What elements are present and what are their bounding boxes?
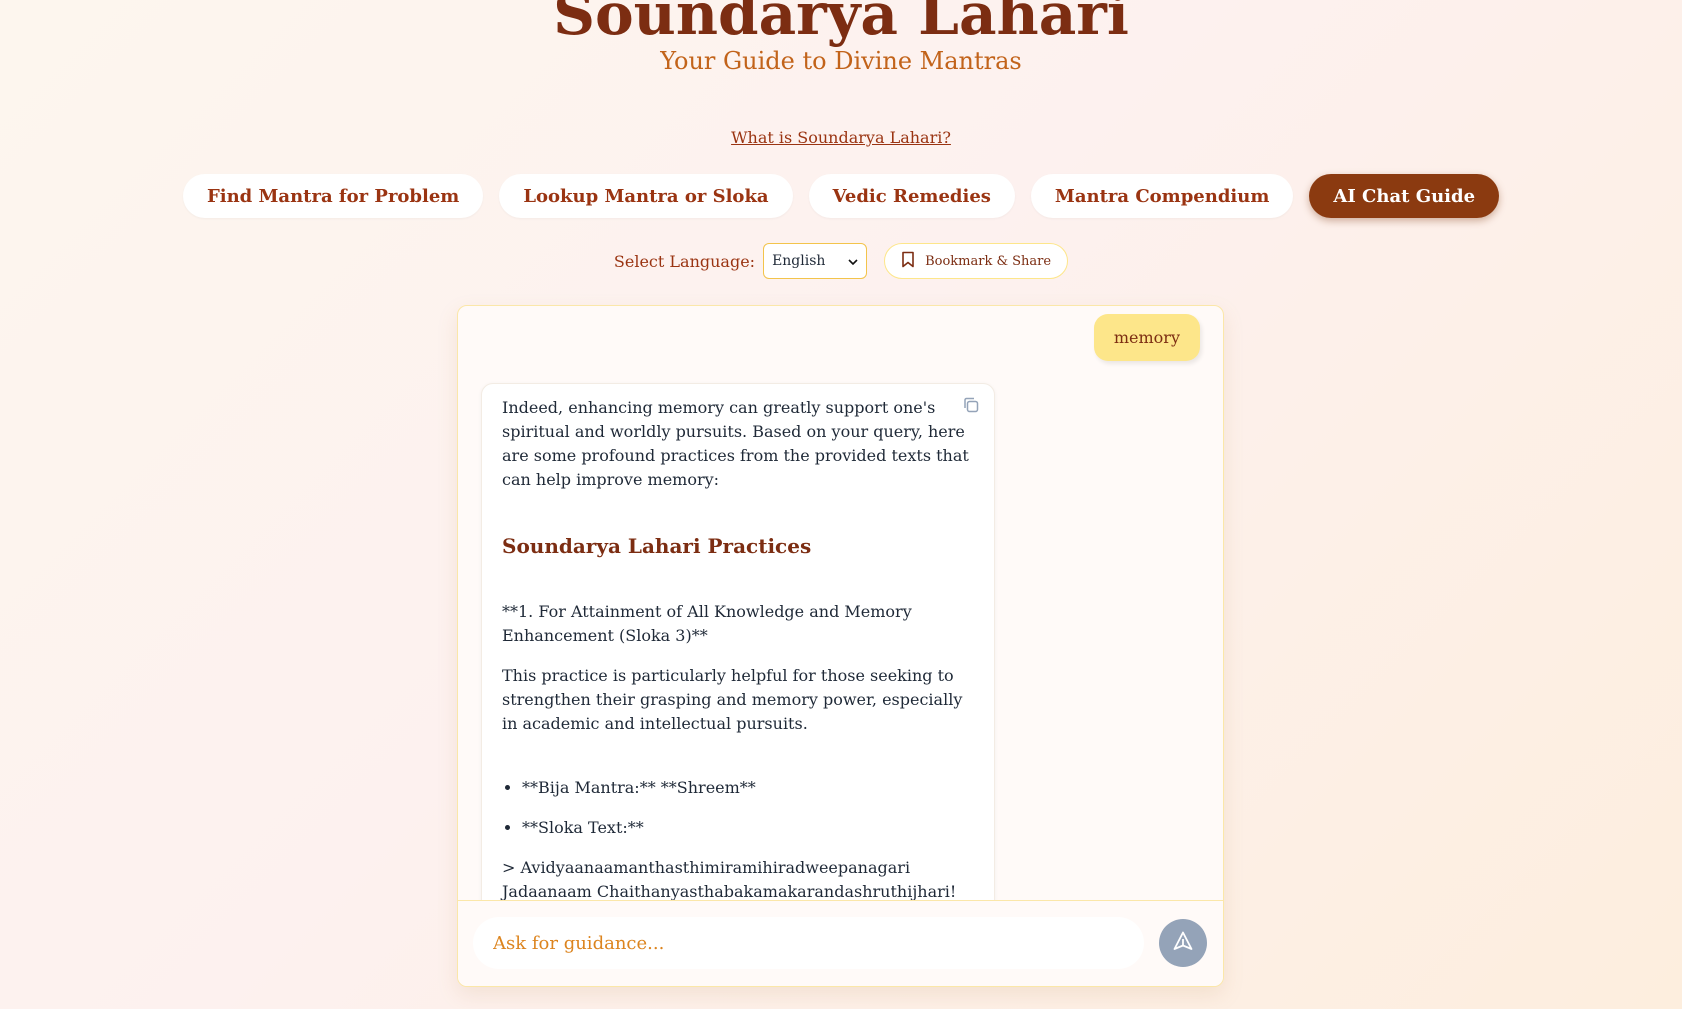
app-subtitle: Your Guide to Divine Mantras <box>660 47 1022 75</box>
sloka-line: > Avidyaanaamanthasthimiramihiradweepana… <box>502 858 911 877</box>
list-item: **Sloka Text:** <box>522 816 974 840</box>
assistant-item-description: This practice is particularly helpful fo… <box>502 666 963 733</box>
bookmark-icon <box>901 251 915 272</box>
main-nav: Find Mantra for Problem Lookup Mantra or… <box>0 174 1682 218</box>
chat-panel: memory Indeed, enhancing memory can grea… <box>457 305 1224 987</box>
assistant-intro: Indeed, enhancing memory can greatly sup… <box>502 398 969 489</box>
sloka-line: Jadaanaam Chaithanyasthabakamakarandashr… <box>502 882 957 900</box>
user-message: memory <box>1093 314 1200 361</box>
send-button[interactable] <box>1159 919 1207 967</box>
assistant-heading: Soundarya Lahari Practices <box>502 534 812 558</box>
chevron-down-icon <box>848 255 858 268</box>
message-list[interactable]: memory Indeed, enhancing memory can grea… <box>458 306 1223 900</box>
bookmark-share-button[interactable]: Bookmark & Share <box>884 243 1069 279</box>
tab-ai-chat-guide[interactable]: AI Chat Guide <box>1309 174 1500 218</box>
tab-find-mantra[interactable]: Find Mantra for Problem <box>182 174 484 218</box>
about-section: What is Soundarya Lahari? <box>0 128 1682 147</box>
language-label: Select Language: <box>613 251 756 271</box>
assistant-item-title: **1. For Attainment of All Knowledge and… <box>502 602 912 645</box>
bookmark-share-label: Bookmark & Share <box>925 253 1052 269</box>
list-item: **Bija Mantra:** **Shreem** <box>522 776 974 800</box>
assistant-bullet-list: **Bija Mantra:** **Shreem** **Sloka Text… <box>502 776 974 840</box>
chat-input-bar <box>458 900 1223 986</box>
app-title: Soundarya Lahari <box>553 0 1129 48</box>
tab-mantra-compendium[interactable]: Mantra Compendium <box>1030 174 1294 218</box>
tab-vedic-remedies[interactable]: Vedic Remedies <box>808 174 1015 218</box>
language-value: English <box>772 253 826 269</box>
language-select[interactable]: English <box>763 243 868 279</box>
assistant-message: Indeed, enhancing memory can greatly sup… <box>481 383 995 900</box>
controls-row: Select Language: English Bookmark & Shar… <box>0 243 1682 279</box>
about-link[interactable]: What is Soundarya Lahari? <box>731 128 951 147</box>
chat-input[interactable] <box>473 917 1144 969</box>
tab-lookup-mantra[interactable]: Lookup Mantra or Sloka <box>499 174 793 218</box>
copy-icon[interactable] <box>962 396 982 416</box>
send-icon <box>1172 930 1194 956</box>
